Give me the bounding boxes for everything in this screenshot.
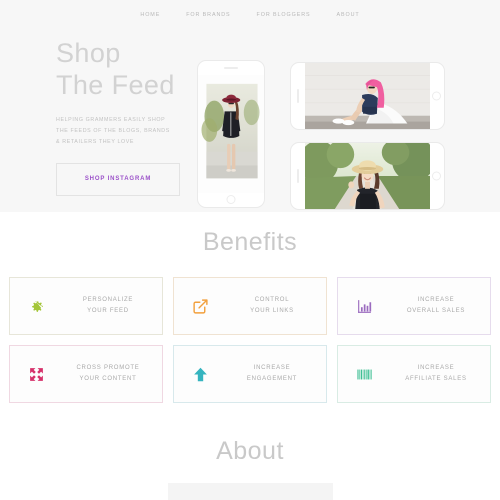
benefit-card-personalize-your-feed[interactable]: PERSONALIZE YOUR FEED xyxy=(9,277,163,335)
bar-chart-icon xyxy=(338,298,390,315)
hero-title: Shop The Feed xyxy=(56,38,175,100)
benefit-card-label: CROSS PROMOTE YOUR CONTENT xyxy=(76,364,140,382)
phone-speaker-icon xyxy=(297,89,299,103)
hero-subtitle: HELPING GRAMMERS EASILY SHOP THE FEEDS O… xyxy=(56,117,170,145)
hero-text-block: Shop The Feed HELPING GRAMMERS EASILY SH… xyxy=(56,38,191,196)
benefits-section: Benefits PERSONALIZE YOUR FEED CONTROL Y… xyxy=(0,212,500,403)
phone-portrait-screen xyxy=(198,75,264,193)
benefit-card-cross-promote-your-content[interactable]: CROSS PROMOTE YOUR CONTENT xyxy=(9,345,163,403)
hero-photo-street-fashion xyxy=(198,75,264,193)
barcode-icon xyxy=(338,366,390,383)
phone-landscape-bottom-screen xyxy=(305,143,430,209)
main-navigation: HOME FOR BRANDS FOR BLOGGERS ABOUT xyxy=(0,0,500,18)
phone-speaker-icon xyxy=(224,67,238,69)
hero-section: HOME FOR BRANDS FOR BLOGGERS ABOUT Shop … xyxy=(0,0,500,212)
phone-landscape-top-screen xyxy=(305,63,430,129)
benefit-card-label: PERSONALIZE YOUR FEED xyxy=(82,296,134,314)
external-link-icon xyxy=(174,298,226,315)
expand-arrows-icon xyxy=(10,366,62,383)
about-section: About xyxy=(0,437,500,500)
benefit-card-increase-affiliate-sales[interactable]: INCREASE AFFILIATE SALES xyxy=(337,345,491,403)
shop-instagram-label: SHOP INSTAGRAM xyxy=(84,176,152,183)
gear-icon xyxy=(10,298,62,315)
hero-content: Shop The Feed HELPING GRAMMERS EASILY SH… xyxy=(0,18,500,210)
phone-home-button-icon xyxy=(431,171,441,181)
benefit-card-label: INCREASE OVERALL SALES xyxy=(406,296,466,314)
phone-landscape-bottom-mockup[interactable] xyxy=(290,142,445,210)
benefit-card-increase-overall-sales[interactable]: INCREASE OVERALL SALES xyxy=(337,277,491,335)
benefit-card-label: INCREASE ENGAGEMENT xyxy=(246,364,298,382)
benefits-card-grid: PERSONALIZE YOUR FEED CONTROL YOUR LINKS xyxy=(0,277,500,403)
hero-photo-straw-hat-park xyxy=(305,143,430,209)
phone-landscape-top-mockup[interactable] xyxy=(290,62,445,130)
shop-instagram-button[interactable]: SHOP INSTAGRAM xyxy=(56,162,180,196)
benefit-card-label: CONTROL YOUR LINKS xyxy=(250,296,294,314)
benefit-card-increase-engagement[interactable]: INCREASE ENGAGEMENT xyxy=(173,345,327,403)
about-content-panel xyxy=(167,483,333,500)
phone-home-button-icon xyxy=(431,91,441,101)
phone-speaker-icon xyxy=(297,169,299,183)
benefit-card-label: INCREASE AFFILIATE SALES xyxy=(405,364,467,382)
about-title: About xyxy=(216,437,284,465)
hero-photo-pink-hair xyxy=(305,63,430,129)
benefits-title: Benefits xyxy=(202,228,298,256)
phone-home-button-icon xyxy=(226,194,236,204)
benefit-card-control-your-links[interactable]: CONTROL YOUR LINKS xyxy=(173,277,327,335)
arrow-up-icon xyxy=(174,366,226,383)
phone-portrait-mockup[interactable] xyxy=(197,60,265,208)
